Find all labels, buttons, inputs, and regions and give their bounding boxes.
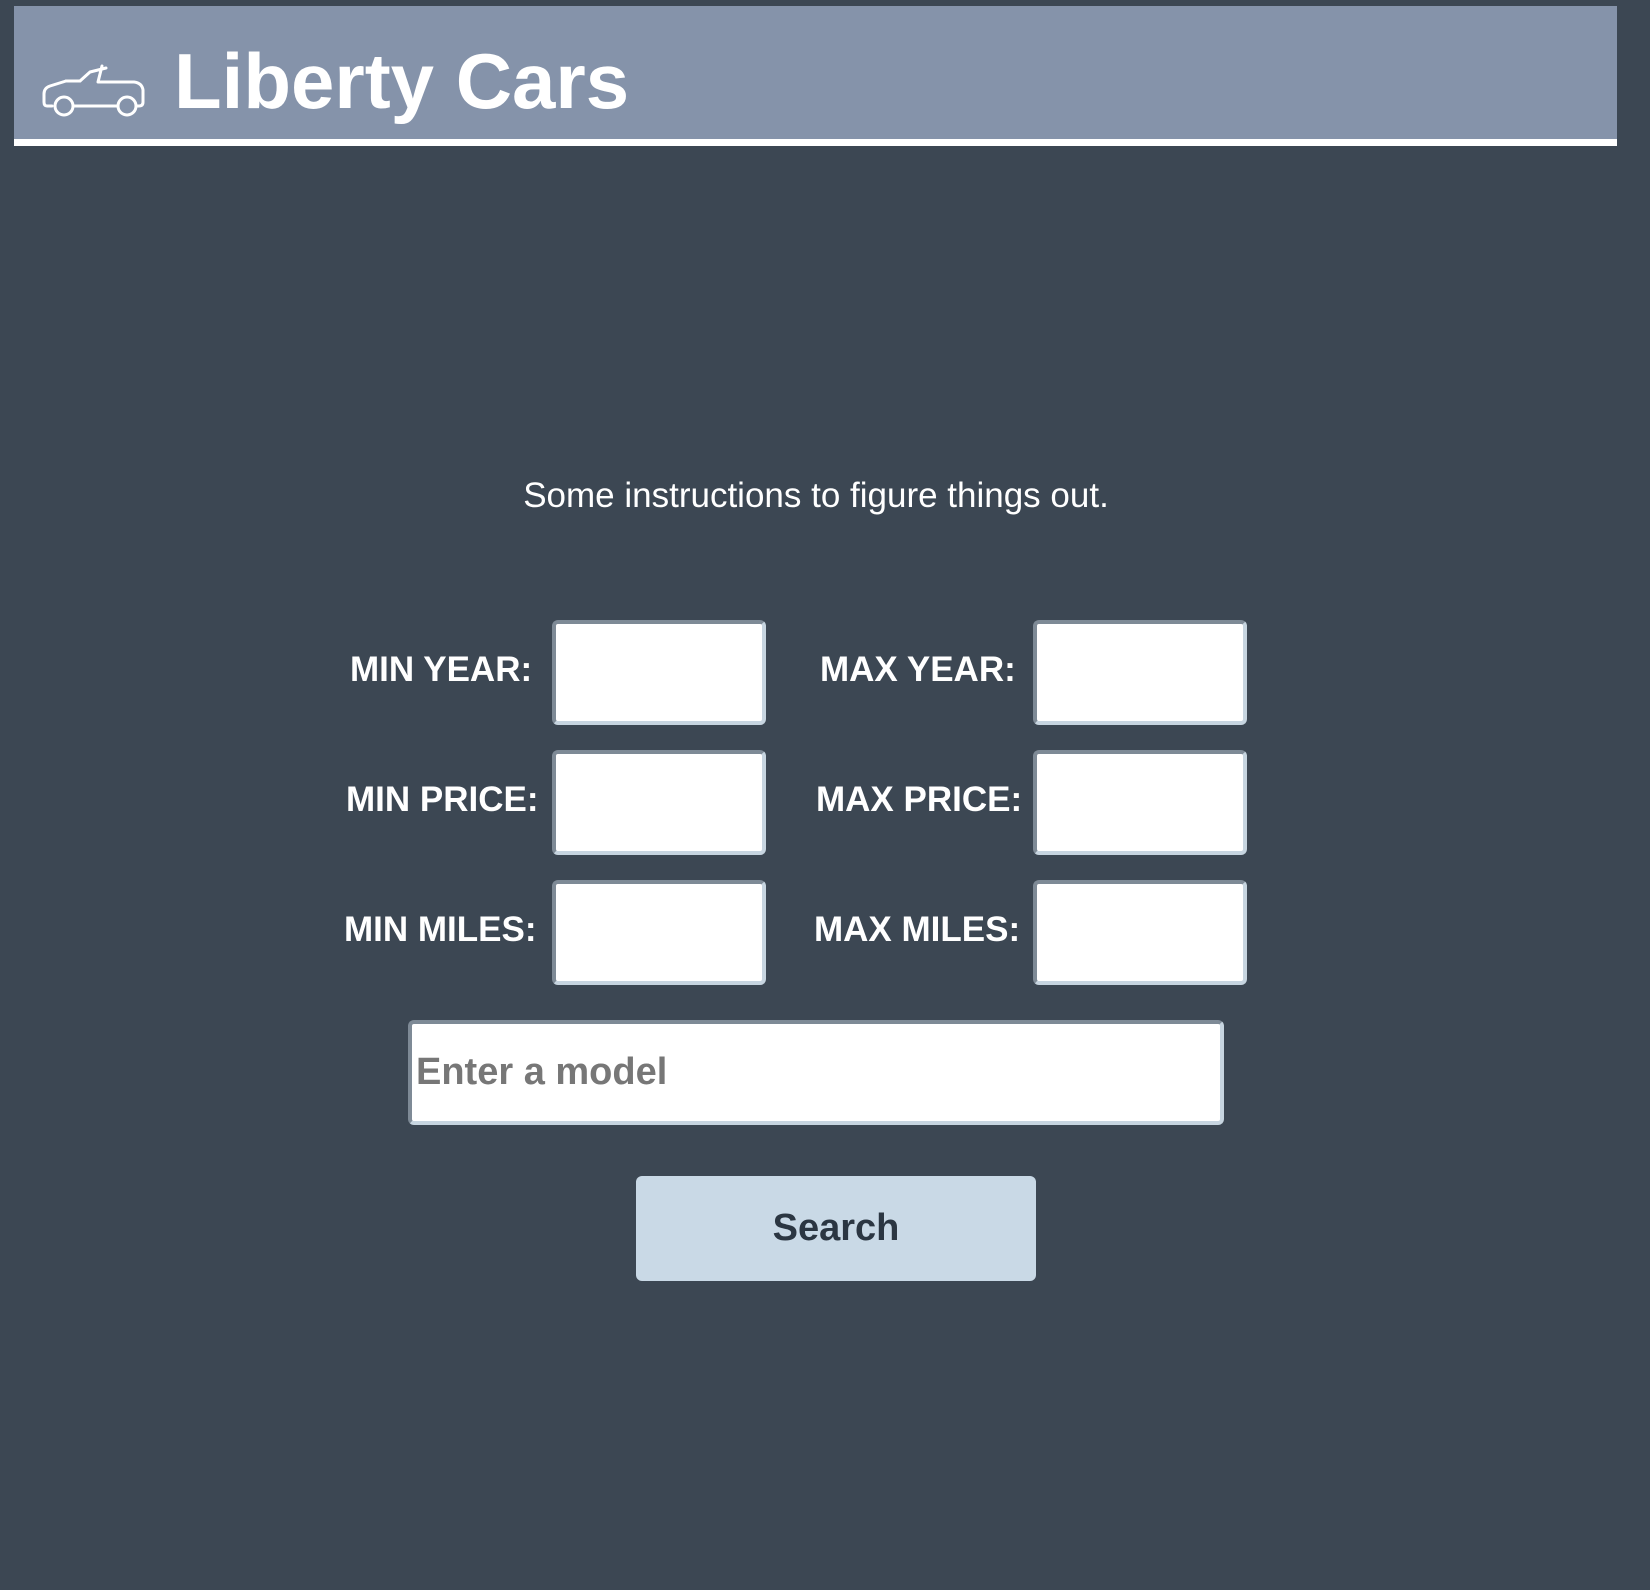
car-icon (42, 64, 145, 117)
max-year-label: MAX YEAR: (820, 650, 1016, 689)
min-miles-label: MIN MILES: (344, 910, 537, 949)
model-search-input[interactable] (408, 1020, 1224, 1125)
min-price-label: MIN PRICE: (346, 780, 539, 819)
instructions-text: Some instructions to figure things out. (523, 476, 1109, 515)
max-price-input[interactable] (1033, 750, 1247, 855)
min-price-input[interactable] (552, 750, 766, 855)
max-year-input[interactable] (1033, 620, 1247, 725)
min-miles-input[interactable] (552, 880, 766, 985)
app-title: Liberty Cars (174, 37, 630, 125)
max-miles-label: MAX MILES: (814, 910, 1021, 949)
max-price-label: MAX PRICE: (816, 780, 1023, 819)
app-header: Liberty Cars (14, 6, 1617, 146)
min-year-label: MIN YEAR: (350, 650, 533, 689)
max-miles-input[interactable] (1033, 880, 1247, 985)
min-year-input[interactable] (552, 620, 766, 725)
search-button[interactable]: Search (636, 1176, 1036, 1281)
